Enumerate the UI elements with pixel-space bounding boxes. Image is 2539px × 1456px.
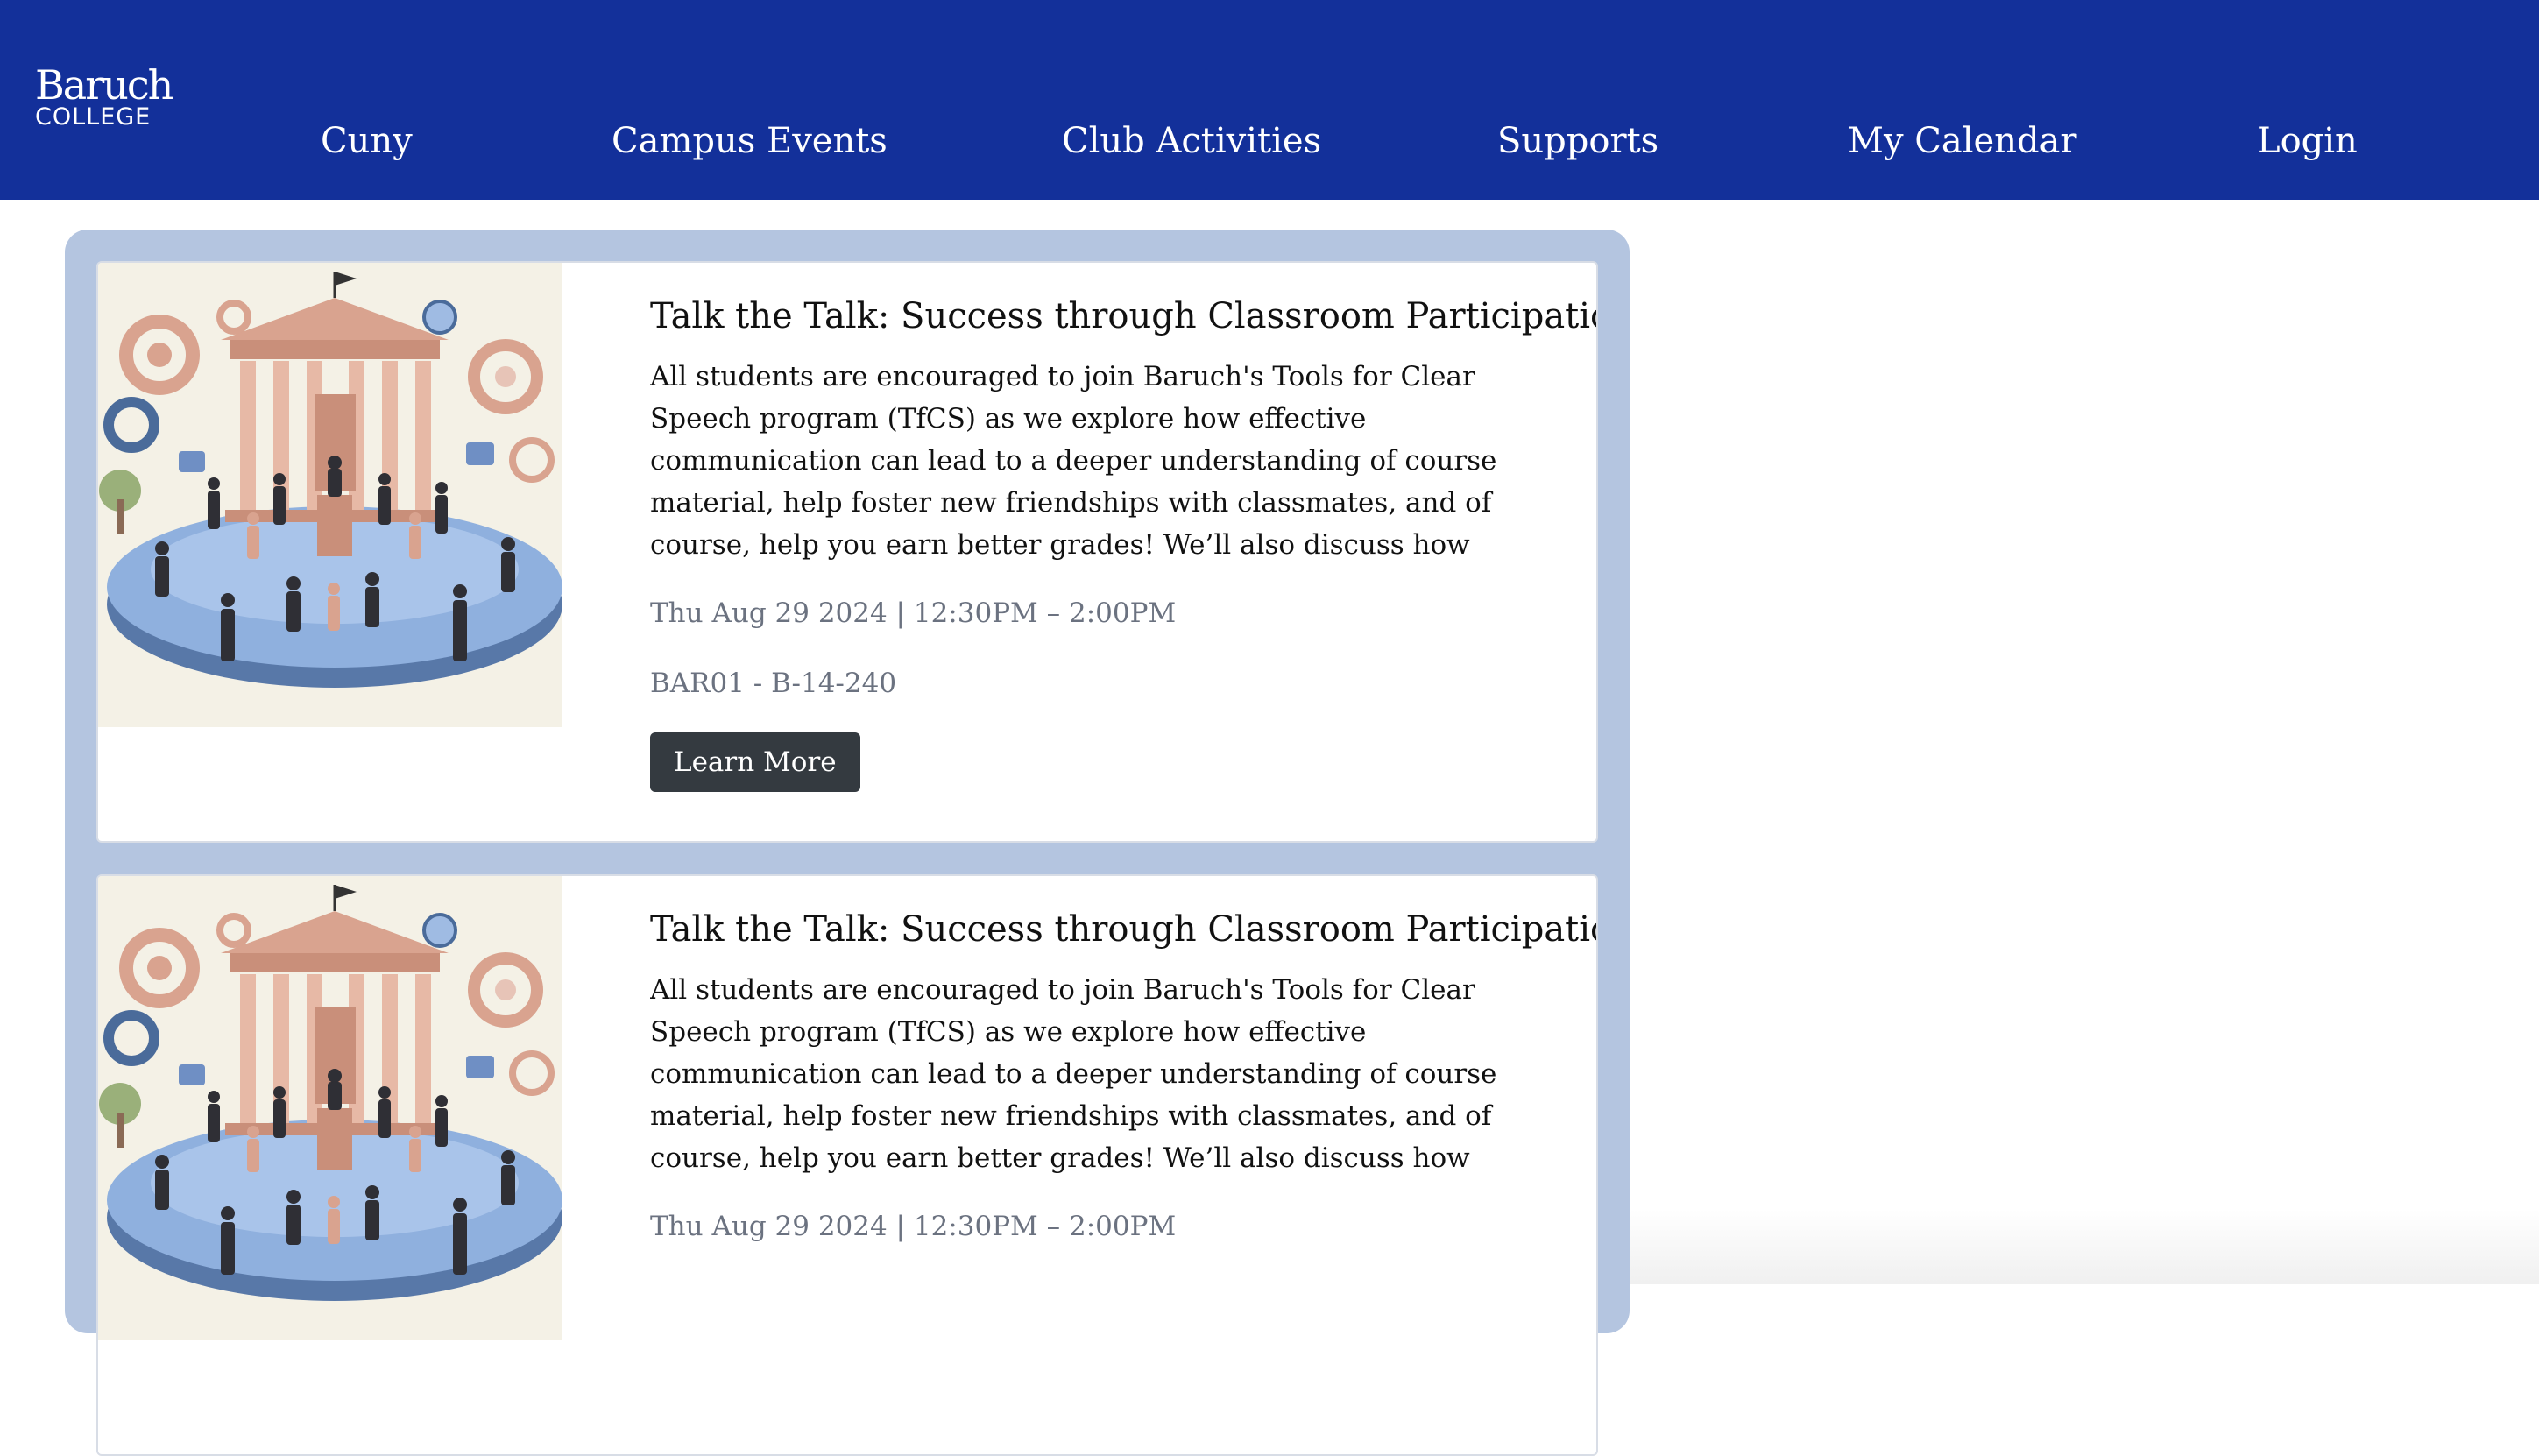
event-datetime: Thu Aug 29 2024 | 12:30PM – 2:00PM: [650, 1211, 1177, 1242]
nav-item-login[interactable]: Login: [2257, 121, 2358, 161]
classroom-participation-illustration-icon: [98, 876, 562, 1340]
learn-more-button[interactable]: Learn More: [650, 732, 860, 792]
site-header: Baruch COLLEGE Cuny Campus Events Club A…: [0, 0, 2539, 200]
event-card: Talk the Talk: Success through Classroom…: [96, 874, 1598, 1456]
event-details: Talk the Talk: Success through Classroom…: [650, 294, 1596, 792]
nav-item-campus-events[interactable]: Campus Events: [612, 121, 888, 161]
event-image: [98, 263, 562, 727]
event-datetime: Thu Aug 29 2024 | 12:30PM – 2:00PM: [650, 597, 1177, 629]
main-nav: Cuny Campus Events Club Activities Suppo…: [0, 0, 2539, 200]
nav-item-club-activities[interactable]: Club Activities: [1062, 121, 1321, 161]
event-details: Talk the Talk: Success through Classroom…: [650, 908, 1596, 1244]
nav-item-my-calendar[interactable]: My Calendar: [1848, 121, 2077, 161]
event-list-panel: Talk the Talk: Success through Classroom…: [65, 230, 1630, 1456]
event-card: Talk the Talk: Success through Classroom…: [96, 261, 1598, 843]
bottom-shadow: [1630, 1209, 2539, 1284]
event-description: All students are encouraged to join Baru…: [650, 361, 1497, 561]
event-location: BAR01 - B-14-240: [650, 668, 897, 699]
event-description: All students are encouraged to join Baru…: [650, 974, 1497, 1174]
event-title[interactable]: Talk the Talk: Success through Classroom…: [650, 294, 1596, 338]
nav-item-supports[interactable]: Supports: [1497, 121, 1658, 161]
nav-item-cuny[interactable]: Cuny: [321, 121, 413, 161]
event-title[interactable]: Talk the Talk: Success through Classroom…: [650, 908, 1596, 951]
event-image: [98, 876, 562, 1340]
classroom-participation-illustration-icon: [98, 263, 562, 727]
